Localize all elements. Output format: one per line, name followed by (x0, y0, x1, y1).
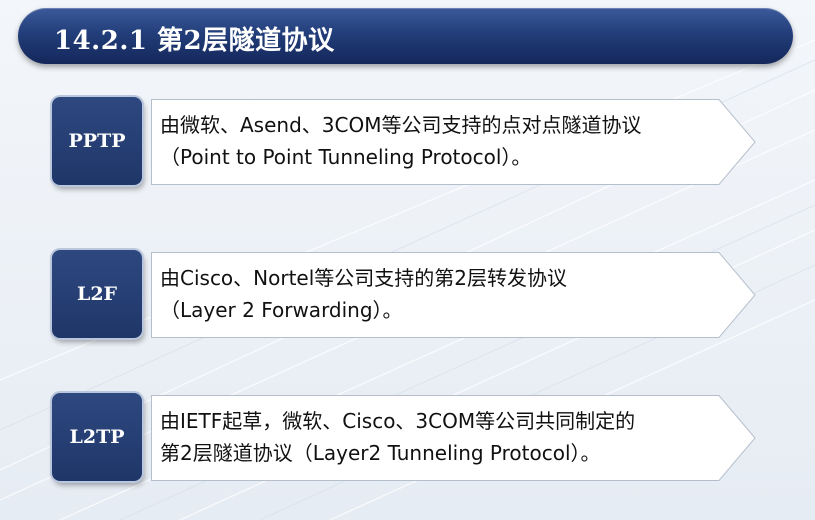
protocol-tag-label: L2TP (69, 426, 125, 448)
description-line-2: （Point to Point Tunneling Protocol）。 (160, 145, 532, 169)
slide-title: 14.2.1 第2层隧道协议 (54, 26, 335, 56)
protocol-tag-l2f: L2F (52, 250, 142, 338)
protocol-description-box: 由Cisco、Nortel等公司支持的第2层转发协议 （Layer 2 Forw… (151, 252, 756, 338)
protocol-row-pptp: PPTP 由微软、Asend、3COM等公司支持的点对点隧道协议 （Point … (0, 97, 815, 189)
protocol-tag-l2tp: L2TP (52, 393, 142, 481)
protocol-tag-label: PPTP (68, 130, 126, 152)
protocol-description-box: 由IETF起草，微软、Cisco、3COM等公司共同制定的 第2层隧道协议（La… (151, 395, 756, 481)
protocol-description: 由微软、Asend、3COM等公司支持的点对点隧道协议 （Point to Po… (160, 109, 730, 173)
protocol-tag-label: L2F (76, 283, 118, 305)
protocol-tag-pptp: PPTP (52, 97, 142, 185)
description-line-2: 第2层隧道协议（Layer2 Tunneling Protocol）。 (160, 441, 601, 465)
protocol-description-box: 由微软、Asend、3COM等公司支持的点对点隧道协议 （Point to Po… (151, 99, 756, 185)
protocol-row-l2tp: L2TP 由IETF起草，微软、Cisco、3COM等公司共同制定的 第2层隧道… (0, 393, 815, 485)
description-line-1: 由Cisco、Nortel等公司支持的第2层转发协议 (160, 266, 568, 290)
protocol-description: 由IETF起草，微软、Cisco、3COM等公司共同制定的 第2层隧道协议（La… (160, 405, 730, 469)
description-line-2: （Layer 2 Forwarding）。 (160, 298, 403, 322)
description-line-1: 由IETF起草，微软、Cisco、3COM等公司共同制定的 (160, 409, 636, 433)
description-line-1: 由微软、Asend、3COM等公司支持的点对点隧道协议 (160, 113, 642, 137)
protocol-description: 由Cisco、Nortel等公司支持的第2层转发协议 （Layer 2 Forw… (160, 262, 730, 326)
protocol-row-l2f: L2F 由Cisco、Nortel等公司支持的第2层转发协议 （Layer 2 … (0, 250, 815, 342)
title-bar: 14.2.1 第2层隧道协议 (18, 8, 793, 64)
